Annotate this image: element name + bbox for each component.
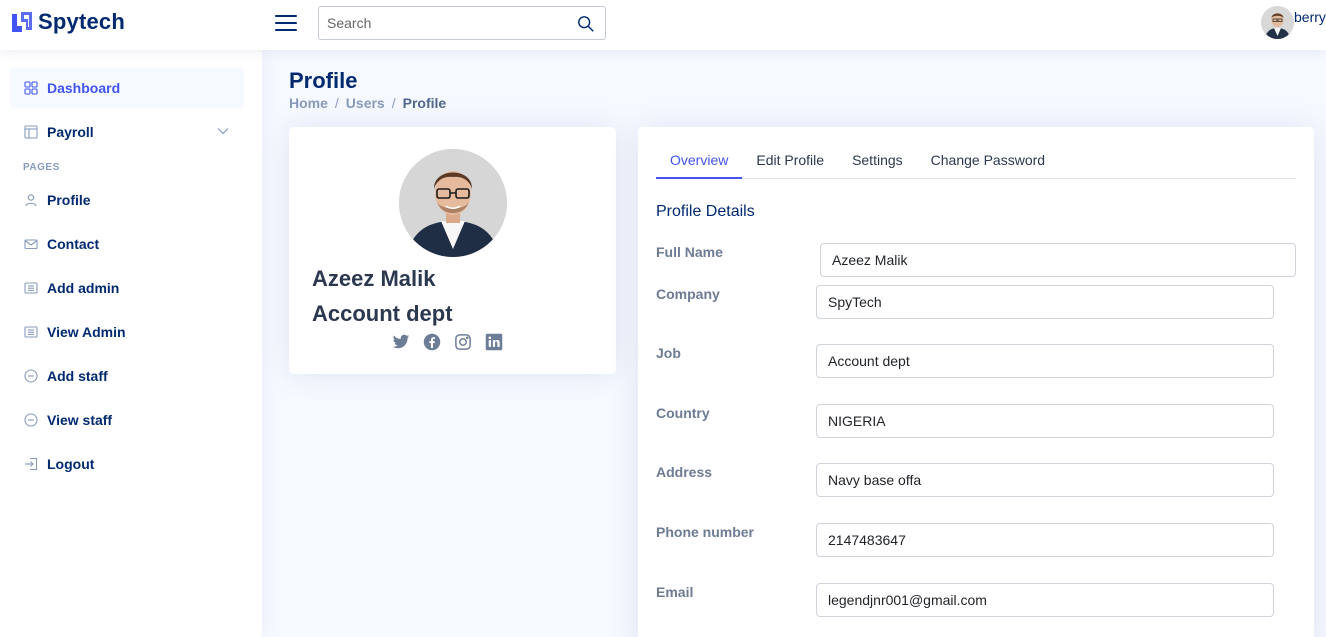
- breadcrumb-users[interactable]: Users: [346, 95, 385, 111]
- search-bar: [318, 6, 606, 40]
- sidebar-item-add-admin[interactable]: Add admin: [10, 268, 244, 308]
- instagram-icon[interactable]: [454, 333, 472, 351]
- hamburger-line: [275, 15, 297, 17]
- breadcrumb-separator: /: [334, 95, 339, 111]
- person-icon: [23, 192, 39, 208]
- twitter-icon[interactable]: [392, 333, 410, 351]
- card-list-icon: [23, 324, 39, 340]
- profile-photo: [399, 149, 507, 257]
- sidebar-item-label: Contact: [47, 236, 100, 252]
- dash-circle-icon: [23, 412, 39, 428]
- header: Spytech berry: [0, 0, 1326, 50]
- sidebar-item-logout[interactable]: Logout: [10, 444, 244, 484]
- sidebar-item-label: View Admin: [47, 324, 126, 340]
- envelope-icon: [23, 236, 39, 252]
- sidebar-item-add-staff[interactable]: Add staff: [10, 356, 244, 396]
- hamburger-line: [275, 22, 297, 24]
- sidebar-item-label: Dashboard: [47, 80, 121, 96]
- job-field[interactable]: [816, 344, 1274, 378]
- tab-settings[interactable]: Settings: [838, 145, 917, 179]
- tab-overview[interactable]: Overview: [656, 145, 743, 179]
- page-title: Profile: [289, 68, 358, 93]
- company-label: Company: [656, 286, 720, 302]
- logo-icon: [12, 12, 32, 32]
- sidebar-item-payroll[interactable]: Payroll: [10, 112, 244, 152]
- company-field[interactable]: [816, 285, 1274, 319]
- tab-change-password[interactable]: Change Password: [917, 145, 1059, 179]
- breadcrumb-current: Profile: [402, 95, 447, 111]
- sidebar-item-label: Add admin: [47, 280, 120, 296]
- box-arrow-in-right-icon: [23, 456, 39, 472]
- user-menu[interactable]: berry: [1261, 6, 1326, 39]
- chevron-down-icon: [217, 128, 229, 135]
- breadcrumb-home[interactable]: Home: [289, 95, 328, 111]
- sidebar-item-view-staff[interactable]: View staff: [10, 400, 244, 440]
- sidebar-item-label: Logout: [47, 456, 95, 472]
- address-label: Address: [656, 464, 713, 480]
- user-name: berry: [1294, 8, 1326, 25]
- facebook-icon[interactable]: [423, 333, 441, 351]
- profile-card: Azeez Malik Account dept: [289, 127, 616, 374]
- sidebar-item-dashboard[interactable]: Dashboard: [10, 68, 244, 108]
- sidebar-item-contact[interactable]: Contact: [10, 224, 244, 264]
- profile-job: Account dept: [312, 301, 453, 326]
- breadcrumb: Home / Users / Profile: [289, 95, 446, 111]
- country-label: Country: [656, 405, 710, 421]
- phone-label: Phone number: [656, 524, 755, 540]
- job-label: Job: [656, 345, 681, 361]
- sidebar-item-label: View staff: [47, 412, 113, 428]
- profile-details-card: Overview Edit Profile Settings Change Pa…: [638, 127, 1314, 637]
- sidebar-item-label: Profile: [47, 192, 91, 208]
- social-links: [392, 333, 503, 351]
- search-input[interactable]: [319, 7, 559, 39]
- grid-icon: [23, 80, 39, 96]
- sidebar-item-label: Add staff: [47, 368, 108, 384]
- full-name-field[interactable]: [820, 243, 1296, 277]
- card-list-icon: [23, 280, 39, 296]
- logo[interactable]: Spytech: [10, 10, 125, 34]
- tab-edit-profile[interactable]: Edit Profile: [742, 145, 838, 179]
- full-name-label: Full Name: [656, 244, 723, 260]
- profile-name: Azeez Malik: [312, 266, 436, 291]
- address-field[interactable]: [816, 463, 1274, 497]
- layout-icon: [23, 124, 39, 140]
- avatar: [1261, 6, 1294, 39]
- profile-tabs: Overview Edit Profile Settings Change Pa…: [656, 145, 1296, 179]
- sidebar-item-view-admin[interactable]: View Admin: [10, 312, 244, 352]
- nav-heading: PAGES: [23, 162, 60, 173]
- sidebar: Dashboard Payroll PAGES Profile Contact …: [0, 50, 262, 637]
- phone-field[interactable]: [816, 523, 1274, 557]
- country-field[interactable]: [816, 404, 1274, 438]
- menu-toggle-button[interactable]: [275, 12, 297, 32]
- search-icon[interactable]: [577, 15, 595, 33]
- hamburger-line: [275, 29, 297, 31]
- sidebar-item-profile[interactable]: Profile: [10, 180, 244, 220]
- linkedin-icon[interactable]: [485, 333, 503, 351]
- email-field[interactable]: [816, 583, 1274, 617]
- dash-circle-icon: [23, 368, 39, 384]
- breadcrumb-separator: /: [391, 95, 396, 111]
- section-title: Profile Details: [656, 203, 755, 220]
- app-name: Spytech: [38, 9, 125, 34]
- sidebar-item-label: Payroll: [47, 124, 94, 140]
- email-label: Email: [656, 584, 694, 600]
